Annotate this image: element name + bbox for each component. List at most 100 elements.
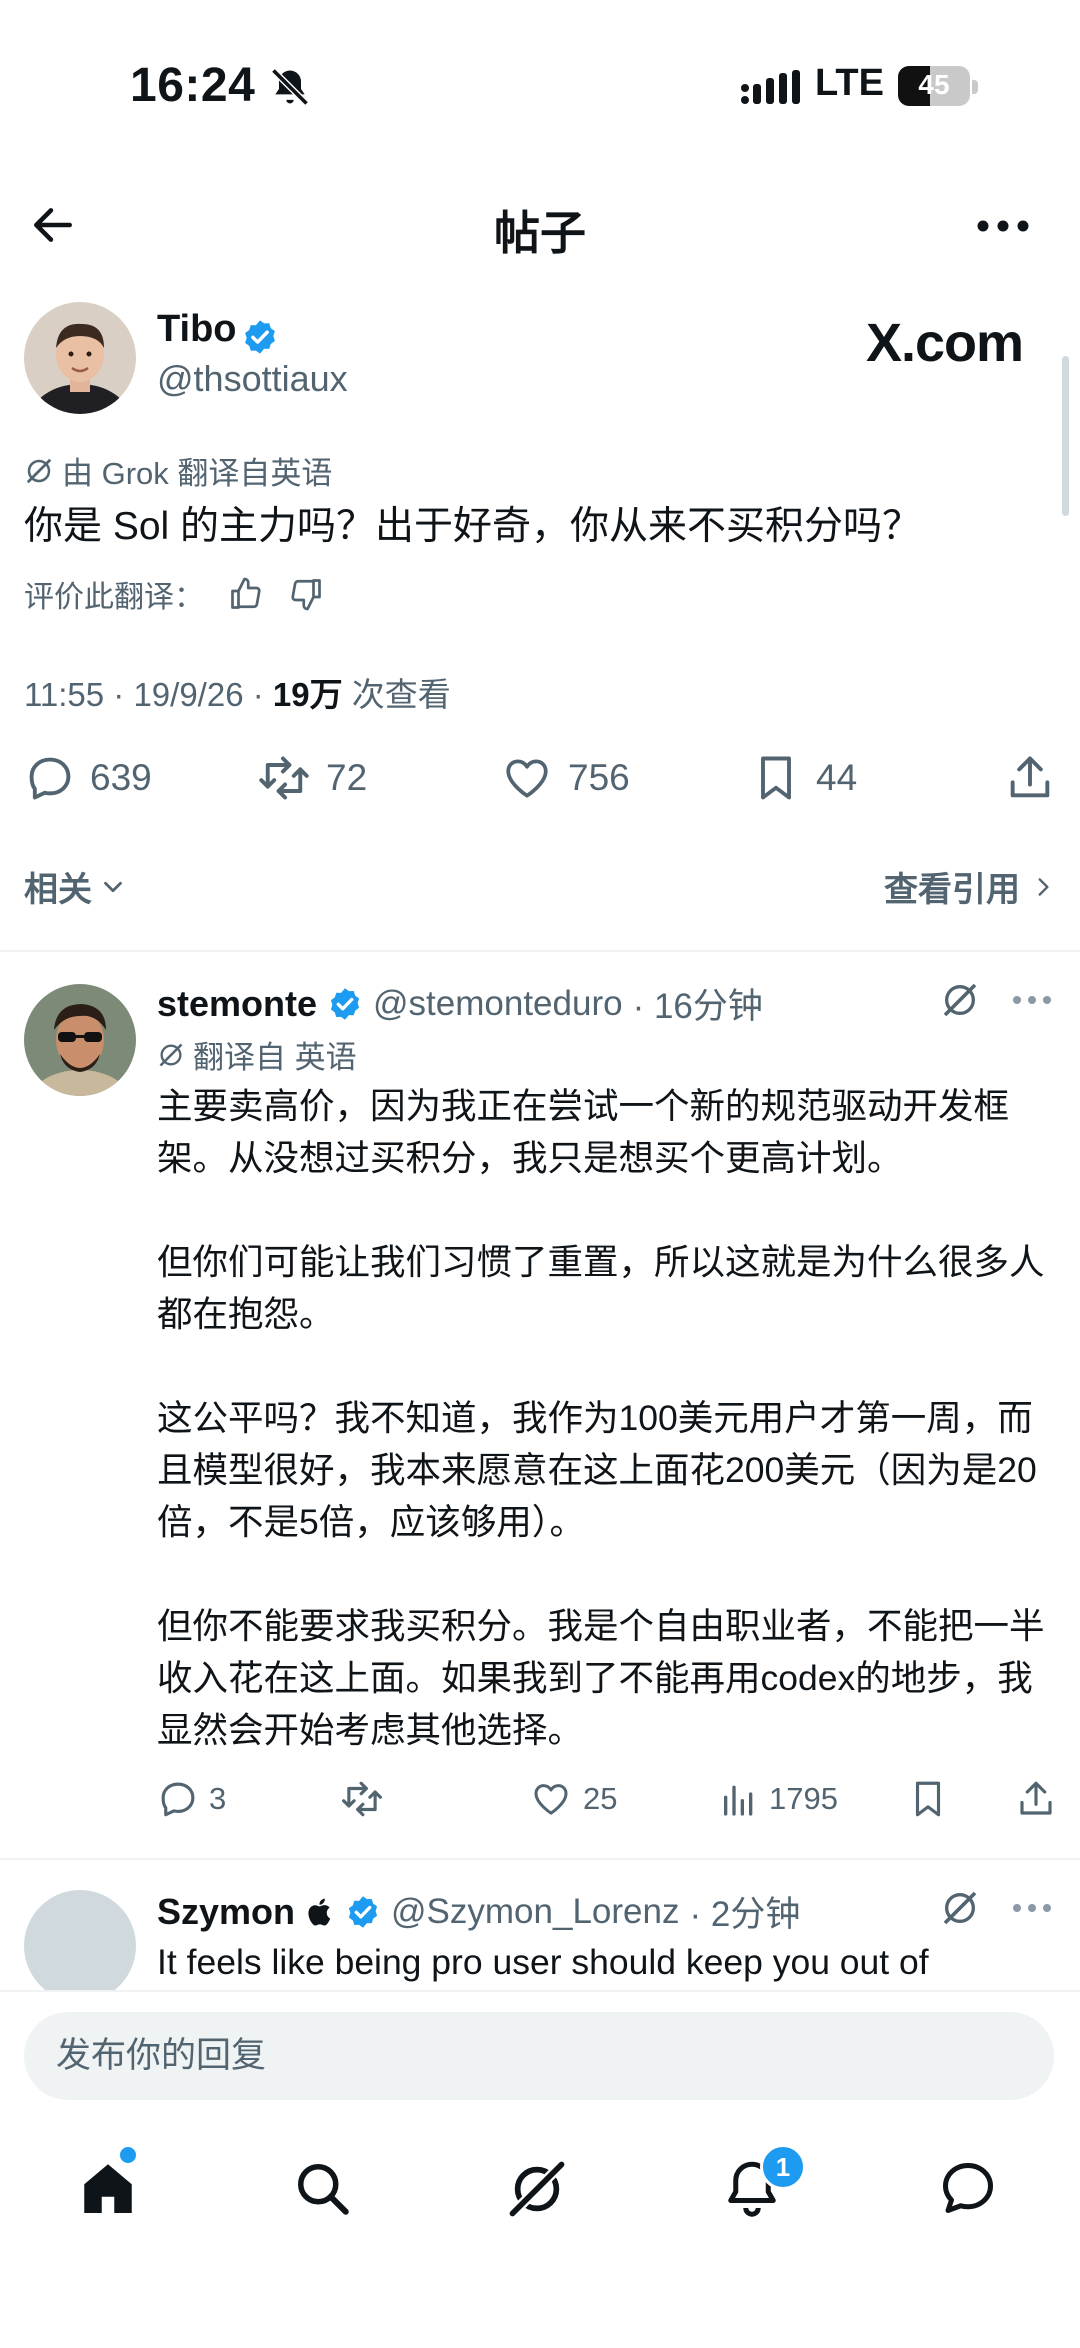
avatar[interactable] xyxy=(24,302,136,414)
author-name[interactable]: Tibo xyxy=(157,308,237,350)
reply-author-handle[interactable]: @stemonteduro xyxy=(373,984,623,1024)
bookmark-icon xyxy=(907,1778,949,1820)
cellular-signal-icon xyxy=(740,70,800,106)
home-icon[interactable] xyxy=(78,2158,138,2218)
related-dropdown[interactable]: 相关 xyxy=(24,862,128,911)
reply-button[interactable]: 3 xyxy=(157,1778,339,1820)
battery-icon: 45 xyxy=(898,66,970,106)
reply-actions: 3 25 1795 xyxy=(157,1776,1057,1822)
rate-translation-label: 评价此翻译： xyxy=(24,581,204,614)
reply-preview[interactable]: Szymon @Szymon_Lorenz · 2分钟 It feels lik… xyxy=(0,1860,1080,1990)
repost-button[interactable] xyxy=(339,1778,529,1820)
share-icon xyxy=(1004,752,1056,804)
battery-level: 45 xyxy=(918,69,950,100)
reply-paragraph: 但你不能要求我买积分。我是个自由职业者，不能把一半收入花在这上面。如果我到了不能… xyxy=(157,1606,1045,1750)
thumbs-up-icon[interactable] xyxy=(228,576,264,612)
rate-translation: 评价此翻译： xyxy=(24,572,324,616)
translation-note[interactable]: 由 Grok 翻译自英语 xyxy=(24,448,332,493)
more-options-icon[interactable] xyxy=(976,218,1030,234)
reply-paragraph: 这公平吗？我不知道，我作为100美元用户才第一周，而且模型很好，我本来愿意在这上… xyxy=(157,1398,1037,1542)
bookmark-icon xyxy=(750,752,802,804)
related-label: 相关 xyxy=(24,871,92,909)
section-divider xyxy=(0,950,1080,952)
reply-author-handle[interactable]: @Szymon_Lorenz xyxy=(391,1892,679,1932)
reply-paragraph: 主要卖高价，因为我正在尝试一个新的规范驱动开发框架。从没想过买积分，我只是想买个… xyxy=(157,1086,1010,1178)
more-options-icon[interactable] xyxy=(1012,994,1052,1006)
reply-header[interactable]: stemonte @stemonteduro · 16分钟 xyxy=(157,978,763,1029)
verified-badge-icon xyxy=(327,986,363,1022)
reply-time: · 16分钟 xyxy=(632,987,763,1026)
reply-author-name[interactable]: Szymon xyxy=(157,1891,295,1933)
reply-text: It feels like being pro user should keep… xyxy=(157,1942,929,1982)
share-icon xyxy=(1015,1778,1057,1820)
like-count: 756 xyxy=(568,757,630,798)
repost-count: 72 xyxy=(326,757,368,798)
like-button[interactable]: 25 xyxy=(529,1779,719,1819)
views-count: 1795 xyxy=(769,1781,838,1816)
x-com-watermark: X.com xyxy=(866,313,1024,373)
post-time-date: 11:55 · 19/9/26 · xyxy=(24,676,273,713)
reply-text: 主要卖高价，因为我正在尝试一个新的规范驱动开发框架。从没想过买积分，我只是想买个… xyxy=(157,1080,1057,1756)
repost-icon xyxy=(339,1778,385,1820)
bookmark-button[interactable] xyxy=(907,1778,1001,1820)
repost-icon xyxy=(256,752,312,804)
share-button[interactable] xyxy=(1015,1778,1057,1820)
status-time: 16:24 xyxy=(130,59,256,112)
reply-icon xyxy=(24,752,76,804)
translation-note-text: 由 Grok 翻译自英语 xyxy=(62,456,333,491)
heart-icon xyxy=(529,1779,573,1819)
author-handle[interactable]: @thsottiaux xyxy=(157,358,348,400)
reply-compose-input[interactable]: 发布你的回复 xyxy=(24,2012,1054,2100)
reply-avatar[interactable] xyxy=(24,984,136,1096)
reply-time: · 2分钟 xyxy=(689,1895,801,1934)
heart-icon xyxy=(500,753,554,803)
bookmark-count: 44 xyxy=(816,757,858,798)
reply-count: 3 xyxy=(209,1781,227,1816)
verified-badge-icon xyxy=(241,318,279,356)
views-button[interactable]: 1795 xyxy=(719,1779,907,1819)
scrollbar[interactable] xyxy=(1062,356,1069,516)
bookmark-button[interactable]: 44 xyxy=(750,752,990,804)
compose-divider xyxy=(0,1990,1080,1992)
reply-paragraph: 但你们可能让我们习惯了重置，所以这就是为什么很多人都在抱怨。 xyxy=(157,1242,1045,1334)
reply-translation-note[interactable]: 翻译自 英语 xyxy=(157,1032,357,1077)
page-title: 帖子 xyxy=(494,207,586,259)
author-row[interactable]: Tibo xyxy=(157,308,279,356)
analytics-icon xyxy=(719,1779,759,1819)
reply-count: 639 xyxy=(90,757,152,798)
like-button[interactable]: 756 xyxy=(500,753,750,803)
bell-muted-icon xyxy=(268,64,312,110)
views-count: 19万 xyxy=(272,676,343,713)
post-actions: 639 72 756 44 xyxy=(24,748,1056,808)
grok-icon xyxy=(157,1041,185,1069)
battery-nub xyxy=(972,80,978,94)
post-meta: 11:55 · 19/9/26 · 19万 次查看 xyxy=(24,668,451,716)
notifications-badge: 1 xyxy=(760,2144,806,2190)
share-button[interactable] xyxy=(1004,752,1056,804)
messages-icon[interactable] xyxy=(938,2158,998,2218)
grok-icon[interactable] xyxy=(940,980,980,1020)
reply-translation-note-text: 翻译自 英语 xyxy=(193,1040,357,1075)
more-options-icon[interactable] xyxy=(1012,1902,1052,1914)
view-quotes-link[interactable]: 查看引用 xyxy=(884,862,1056,911)
reply-author-name[interactable]: stemonte xyxy=(157,983,317,1025)
repost-button[interactable]: 72 xyxy=(256,752,500,804)
thumbs-down-icon[interactable] xyxy=(288,576,324,612)
views-label: 次查看 xyxy=(342,676,451,713)
search-icon[interactable] xyxy=(292,2158,352,2218)
like-count: 25 xyxy=(583,1781,618,1816)
chevron-right-icon xyxy=(1030,872,1056,902)
grok-icon[interactable] xyxy=(940,1888,980,1928)
reply-button[interactable]: 639 xyxy=(24,752,256,804)
reply-header[interactable]: Szymon @Szymon_Lorenz · 2分钟 xyxy=(157,1886,800,1937)
reply-avatar[interactable] xyxy=(24,1890,136,1990)
grok-icon xyxy=(24,456,54,486)
post-text: 你是 Sol 的主力吗？出于好奇，你从来不买积分吗？ xyxy=(24,505,922,548)
view-quotes-label: 查看引用 xyxy=(884,871,1020,909)
chevron-down-icon xyxy=(98,872,128,902)
grok-icon[interactable] xyxy=(506,2158,568,2220)
apple-icon xyxy=(305,1896,335,1928)
home-notification-dot xyxy=(120,2147,136,2163)
network-type: LTE xyxy=(815,62,884,104)
verified-badge-icon xyxy=(345,1894,381,1930)
